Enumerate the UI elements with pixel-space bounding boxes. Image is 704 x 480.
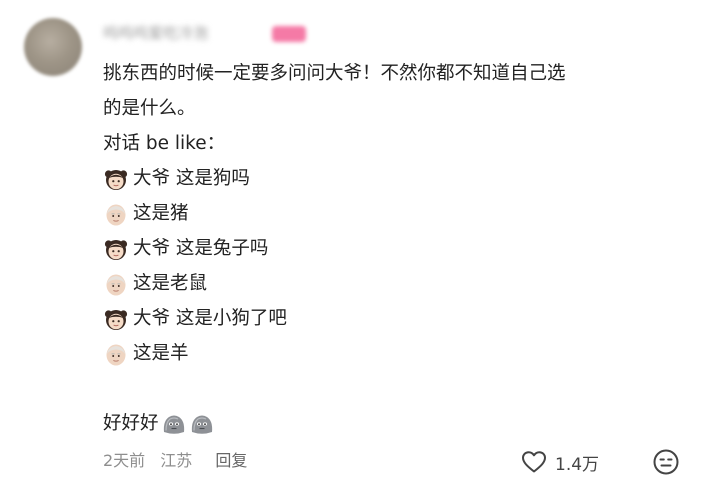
comment-meta: 2天前 江苏 回复	[103, 448, 247, 474]
dialog-line: 这是羊	[103, 336, 673, 371]
comment-ending: 好好好	[103, 406, 673, 441]
expressionless-face-icon[interactable]	[652, 448, 680, 476]
like-count: 1.4万	[555, 454, 600, 475]
girl-emoji-icon	[104, 239, 128, 260]
dialog-line: 大爷 这是小狗了吧	[103, 301, 673, 336]
rock-emoji-icon	[163, 415, 184, 434]
reply-button[interactable]: 回复	[215, 451, 247, 470]
dialog-line: 大爷 这是兔子吗	[103, 231, 673, 266]
like-button[interactable]: 1.4万	[521, 448, 599, 476]
old-man-emoji-icon	[106, 344, 126, 365]
comment-time: 2天前	[103, 451, 146, 470]
girl-emoji-icon	[104, 169, 128, 190]
comment-paragraph: 挑东西的时候一定要多问问大爷！不然你都不知道自己选	[103, 63, 566, 84]
ending-text: 好好好	[103, 413, 159, 434]
dialog-line: 这是老鼠	[103, 266, 673, 301]
comment-location: 江苏	[160, 451, 193, 470]
dialog-text: 这是羊	[133, 343, 189, 364]
dialog-line: 大爷 这是狗吗	[103, 161, 673, 196]
avatar[interactable]	[24, 18, 82, 76]
girl-emoji-icon	[104, 309, 128, 330]
heart-outline-icon	[522, 451, 546, 473]
username[interactable]: 呜呜呜爱吃冷泡	[103, 22, 208, 44]
comment-paragraph: 的是什么。	[103, 98, 196, 119]
dialog-text: 大爷 这是狗吗	[133, 168, 250, 189]
dialog-text: 大爷 这是小狗了吧	[133, 308, 287, 329]
dialog-text: 这是老鼠	[133, 273, 208, 294]
comment-body: 挑东西的时候一定要多问问大爷！不然你都不知道自己选 的是什么。 对话 be li…	[103, 56, 673, 441]
rock-emoji-icon	[191, 415, 212, 434]
old-man-emoji-icon	[106, 204, 126, 225]
user-badge	[272, 26, 306, 42]
dialog-text: 这是猪	[133, 203, 189, 224]
dialog-line: 这是猪	[103, 196, 673, 231]
comment-paragraph: 对话 be like：	[103, 133, 226, 154]
old-man-emoji-icon	[106, 274, 126, 295]
dialog-text: 大爷 这是兔子吗	[133, 238, 269, 259]
